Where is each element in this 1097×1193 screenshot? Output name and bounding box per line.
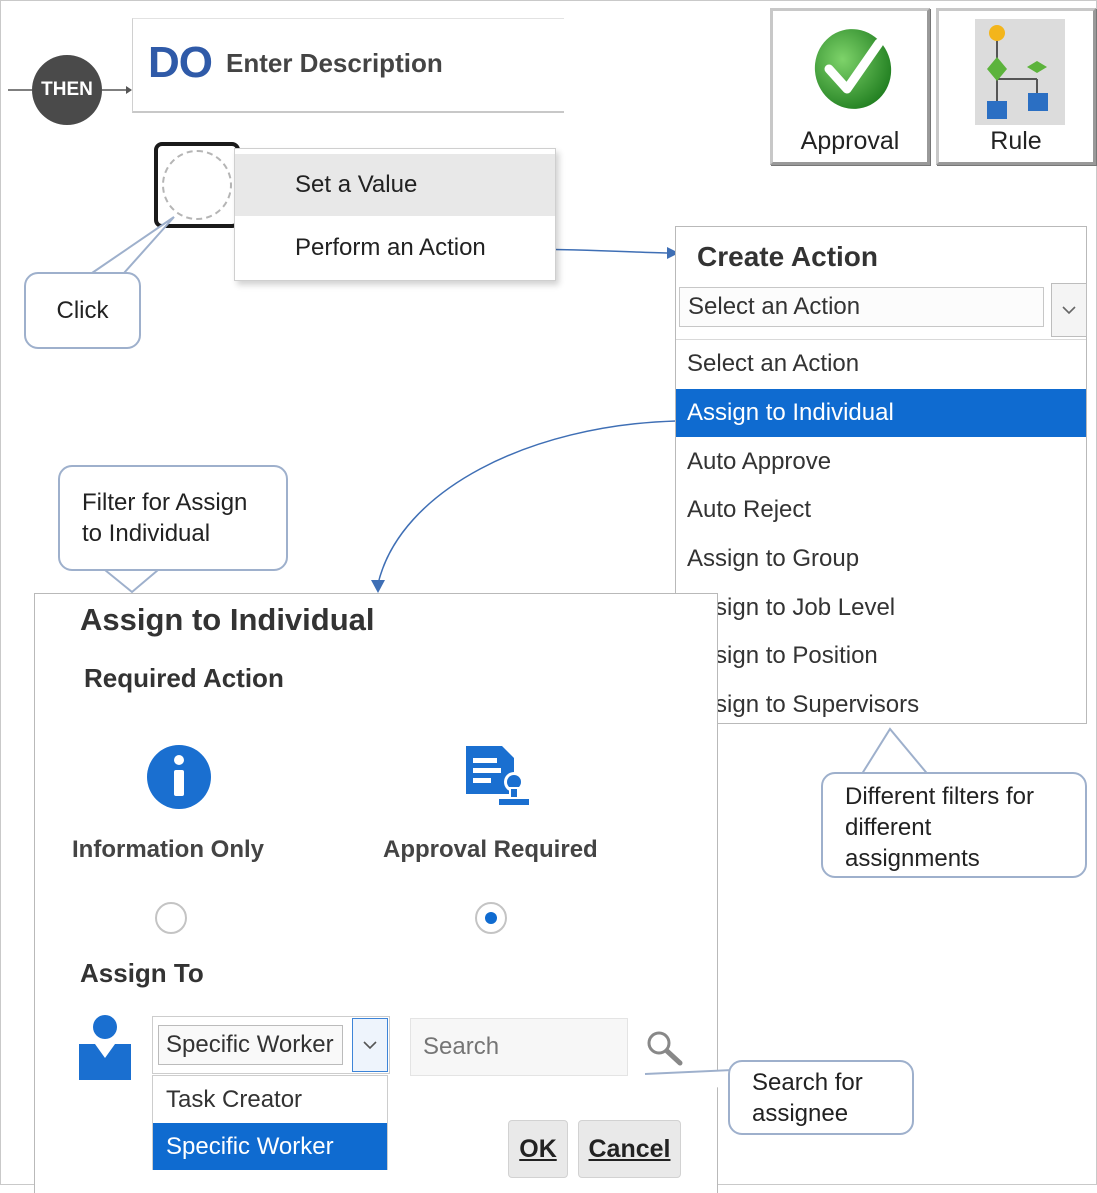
information-only-radio[interactable]: [155, 902, 187, 934]
ok-button[interactable]: OK: [508, 1120, 568, 1178]
assign-to-label: Assign To: [80, 958, 204, 988]
filters-callout-line1: Different filters for: [845, 783, 1034, 810]
rule-button-label: Rule: [990, 127, 1042, 155]
context-menu: Set a Value Perform an Action: [234, 148, 556, 281]
search-callout-pointer: [644, 1068, 733, 1090]
rule-tree-icon: [975, 19, 1065, 125]
info-icon: [147, 745, 211, 809]
person-icon: [79, 1015, 131, 1080]
filters-callout-line3: assignments: [845, 845, 980, 872]
action-option[interactable]: Assign to Position: [676, 632, 1086, 681]
action-option[interactable]: Select an Action: [676, 340, 1086, 389]
assignee-type-options: Task Creator Specific Worker: [152, 1075, 388, 1170]
create-action-title: Create Action: [697, 241, 879, 272]
filters-callout: Different filters for different assignme…: [821, 772, 1087, 878]
required-action-label: Required Action: [84, 663, 284, 693]
chevron-down-icon: [363, 1041, 377, 1050]
description-field[interactable]: Enter Description: [226, 48, 443, 79]
assignee-option-selected[interactable]: Specific Worker: [153, 1123, 387, 1170]
action-options-list: Select an Action Assign to Individual Au…: [676, 339, 1086, 730]
then-node: THEN: [32, 55, 102, 125]
approval-required-label: Approval Required: [383, 836, 598, 863]
click-callout: Click: [24, 272, 141, 349]
menu-item-perform-action[interactable]: Perform an Action: [235, 217, 555, 279]
cancel-button[interactable]: Cancel: [578, 1120, 681, 1178]
assign-panel-title: Assign to Individual: [80, 602, 375, 637]
approval-required-radio[interactable]: [475, 902, 507, 934]
filter-callout-line1: Filter for Assign: [82, 489, 248, 516]
action-option[interactable]: Assign to Supervisors: [676, 681, 1086, 730]
do-label: DO: [148, 38, 213, 87]
filter-callout: Filter for Assign to Individual: [58, 465, 288, 571]
assignee-search-input[interactable]: [410, 1018, 628, 1076]
create-action-panel: Create Action Select an Action Select an…: [675, 226, 1087, 724]
chevron-down-icon: [1062, 306, 1076, 315]
search-callout-line2: assignee: [752, 1100, 849, 1127]
information-only-label: Information Only: [72, 836, 264, 863]
action-select-toggle[interactable]: [1051, 283, 1087, 337]
action-option[interactable]: Auto Approve: [676, 437, 1086, 486]
click-callout-text: Click: [56, 297, 109, 324]
action-option[interactable]: Assign to Group: [676, 535, 1086, 584]
assignee-type-select[interactable]: Specific Worker: [152, 1016, 390, 1074]
approval-button[interactable]: Approval: [770, 8, 930, 165]
approval-document-icon: [466, 746, 531, 807]
search-callout-line1: Search for: [752, 1069, 863, 1096]
assignee-type-value: Specific Worker: [158, 1025, 343, 1065]
action-option-selected[interactable]: Assign to Individual: [676, 388, 1086, 438]
rule-button[interactable]: Rule: [936, 8, 1096, 165]
filter-callout-line2: to Individual: [82, 520, 211, 547]
action-option[interactable]: Auto Reject: [676, 486, 1086, 535]
checkmark-icon: [814, 29, 892, 109]
action-option[interactable]: Assign to Job Level: [676, 583, 1086, 632]
menu-item-set-value[interactable]: Set a Value: [235, 154, 555, 216]
search-callout: Search for assignee: [728, 1060, 914, 1135]
assignee-option[interactable]: Task Creator: [153, 1076, 387, 1123]
approval-button-label: Approval: [800, 127, 900, 155]
filters-callout-line2: different: [845, 814, 932, 841]
assignee-type-toggle[interactable]: [352, 1018, 388, 1072]
radio-selected-dot: [485, 912, 497, 924]
action-select[interactable]: Select an Action: [679, 287, 1044, 327]
